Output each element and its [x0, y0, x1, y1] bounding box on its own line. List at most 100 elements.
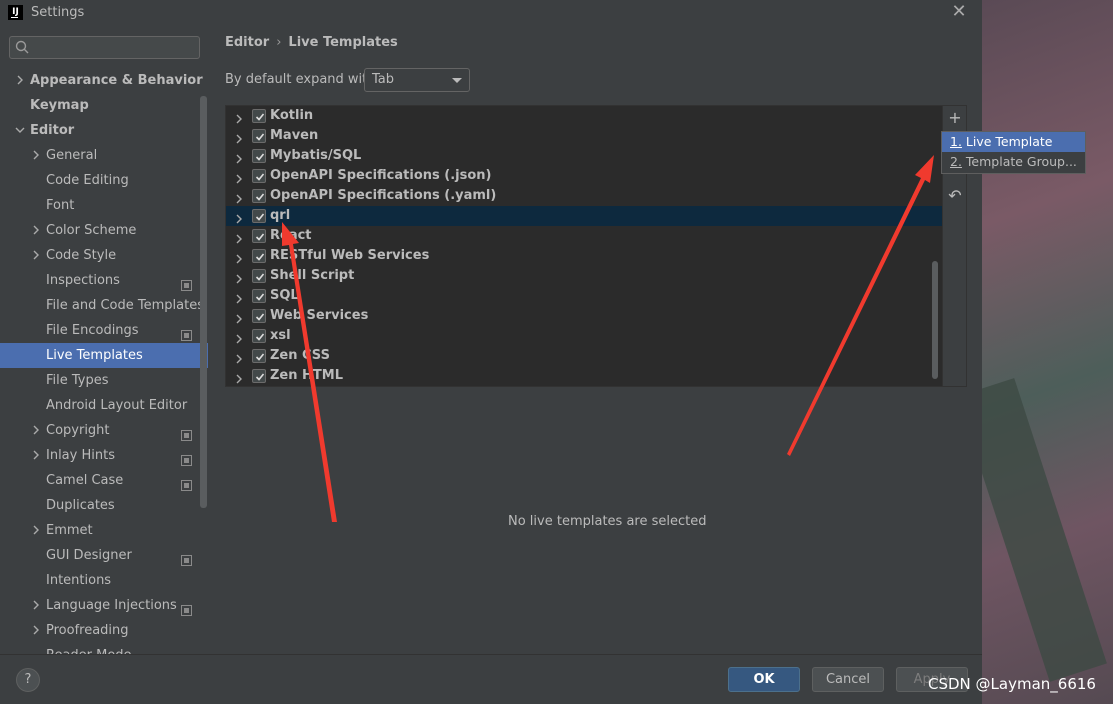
chevron-right-icon[interactable] [31, 518, 43, 543]
breadcrumb-parent[interactable]: Editor [225, 35, 269, 50]
template-group-row[interactable]: SQL [226, 286, 942, 306]
sidebar-scrollbar[interactable] [200, 96, 207, 508]
group-enabled-checkbox[interactable] [252, 369, 266, 383]
group-enabled-checkbox[interactable] [252, 109, 266, 123]
group-enabled-checkbox[interactable] [252, 269, 266, 283]
sidebar-item-keymap[interactable]: Keymap [0, 93, 208, 118]
template-group-row[interactable]: Zen HTML [226, 366, 942, 386]
list-scrollbar[interactable] [932, 261, 938, 379]
chevron-right-icon[interactable] [31, 243, 43, 268]
menu-item-template-group[interactable]: 2. Template Group... [942, 152, 1085, 172]
group-enabled-checkbox[interactable] [252, 169, 266, 183]
sidebar-item-appearance-behavior[interactable]: Appearance & Behavior [0, 68, 208, 93]
chevron-right-icon[interactable] [31, 143, 43, 168]
chevron-right-icon[interactable] [234, 371, 244, 386]
checkmark-icon [255, 113, 265, 121]
chevron-right-icon[interactable] [31, 418, 43, 443]
sidebar-item-label: Inlay Hints [46, 448, 115, 463]
checkmark-icon [255, 353, 265, 361]
dialog-footer: ? OK Cancel Apply [0, 654, 982, 704]
sidebar-item-duplicates[interactable]: Duplicates [0, 493, 208, 518]
sidebar-item-live-templates[interactable]: Live Templates [0, 343, 208, 368]
checkmark-icon [255, 213, 265, 221]
settings-search-input[interactable] [9, 36, 200, 59]
sidebar-item-file-and-code-templates[interactable]: File and Code Templates [0, 293, 208, 318]
project-scope-icon [181, 600, 192, 616]
group-enabled-checkbox[interactable] [252, 329, 266, 343]
menu-item-live-template[interactable]: 1. Live Template [942, 132, 1085, 152]
template-group-row[interactable]: Maven [226, 126, 942, 146]
add-icon[interactable]: + [947, 110, 963, 126]
template-group-row[interactable]: Shell Script [226, 266, 942, 286]
ok-button[interactable]: OK [728, 667, 800, 692]
chevron-right-icon[interactable] [31, 218, 43, 243]
group-enabled-checkbox[interactable] [252, 249, 266, 263]
menu-item-number: 2. [950, 154, 962, 169]
sidebar-item-reader-mode[interactable]: Reader Mode [0, 643, 208, 654]
sidebar-item-inlay-hints[interactable]: Inlay Hints [0, 443, 208, 468]
sidebar-item-code-editing[interactable]: Code Editing [0, 168, 208, 193]
checkmark-icon [255, 253, 265, 261]
group-enabled-checkbox[interactable] [252, 309, 266, 323]
sidebar-item-color-scheme[interactable]: Color Scheme [0, 218, 208, 243]
group-enabled-checkbox[interactable] [252, 209, 266, 223]
sidebar-item-android-layout-editor[interactable]: Android Layout Editor [0, 393, 208, 418]
template-group-row[interactable]: Web Services [226, 306, 942, 326]
sidebar-item-label: File Encodings [46, 323, 139, 338]
restore-icon[interactable]: ↶ [947, 188, 963, 204]
sidebar-item-editor[interactable]: Editor [0, 118, 208, 143]
template-group-row[interactable]: React [226, 226, 942, 246]
dropdown-arrow-icon [452, 78, 462, 83]
chevron-right-icon[interactable] [31, 443, 43, 468]
template-group-label: xsl [270, 328, 291, 343]
sidebar-item-camel-case[interactable]: Camel Case [0, 468, 208, 493]
template-group-row[interactable]: Mybatis/SQL [226, 146, 942, 166]
group-enabled-checkbox[interactable] [252, 229, 266, 243]
group-enabled-checkbox[interactable] [252, 289, 266, 303]
cancel-button[interactable]: Cancel [812, 667, 884, 692]
sidebar-item-general[interactable]: General [0, 143, 208, 168]
sidebar-item-label: Keymap [30, 98, 89, 113]
menu-item-number: 1. [950, 134, 962, 149]
group-enabled-checkbox[interactable] [252, 189, 266, 203]
template-group-row[interactable]: Zen CSS [226, 346, 942, 366]
sidebar-item-inspections[interactable]: Inspections [0, 268, 208, 293]
breadcrumb: Editor › Live Templates [225, 35, 398, 50]
sidebar-item-label: Appearance & Behavior [30, 73, 203, 88]
help-button[interactable]: ? [16, 668, 40, 692]
chevron-right-icon[interactable] [15, 68, 27, 93]
project-scope-icon [181, 275, 192, 291]
template-group-row[interactable]: xsl [226, 326, 942, 346]
sidebar-item-emmet[interactable]: Emmet [0, 518, 208, 543]
sidebar-item-copyright[interactable]: Copyright [0, 418, 208, 443]
project-scope-icon [181, 475, 192, 491]
group-enabled-checkbox[interactable] [252, 349, 266, 363]
checkmark-icon [255, 193, 265, 201]
sidebar-item-label: Language Injections [46, 598, 177, 613]
template-group-row[interactable]: qrl [226, 206, 942, 226]
menu-item-label: Template Group... [965, 154, 1077, 169]
sidebar-item-font[interactable]: Font [0, 193, 208, 218]
template-group-row[interactable]: Kotlin [226, 106, 942, 126]
sidebar-item-code-style[interactable]: Code Style [0, 243, 208, 268]
sidebar-item-language-injections[interactable]: Language Injections [0, 593, 208, 618]
template-groups-rows: Kotlin Maven Mybatis/SQL OpenAPI Specificat… [226, 106, 942, 386]
template-group-label: Web Services [270, 308, 369, 323]
chevron-right-icon[interactable] [31, 618, 43, 643]
template-group-row[interactable]: OpenAPI Specifications (.json) [226, 166, 942, 186]
sidebar-item-intentions[interactable]: Intentions [0, 568, 208, 593]
sidebar-item-file-types[interactable]: File Types [0, 368, 208, 393]
close-button[interactable]: ✕ [949, 2, 969, 22]
sidebar-item-gui-designer[interactable]: GUI Designer [0, 543, 208, 568]
chevron-right-icon[interactable] [31, 593, 43, 618]
sidebar-item-file-encodings[interactable]: File Encodings [0, 318, 208, 343]
group-enabled-checkbox[interactable] [252, 129, 266, 143]
chevron-down-icon[interactable] [15, 118, 27, 143]
sidebar-item-proofreading[interactable]: Proofreading [0, 618, 208, 643]
template-group-row[interactable]: OpenAPI Specifications (.yaml) [226, 186, 942, 206]
breadcrumb-current: Live Templates [288, 35, 398, 50]
template-group-row[interactable]: RESTful Web Services [226, 246, 942, 266]
group-enabled-checkbox[interactable] [252, 149, 266, 163]
expand-with-select[interactable]: Tab [364, 68, 470, 92]
checkmark-icon [255, 313, 265, 321]
